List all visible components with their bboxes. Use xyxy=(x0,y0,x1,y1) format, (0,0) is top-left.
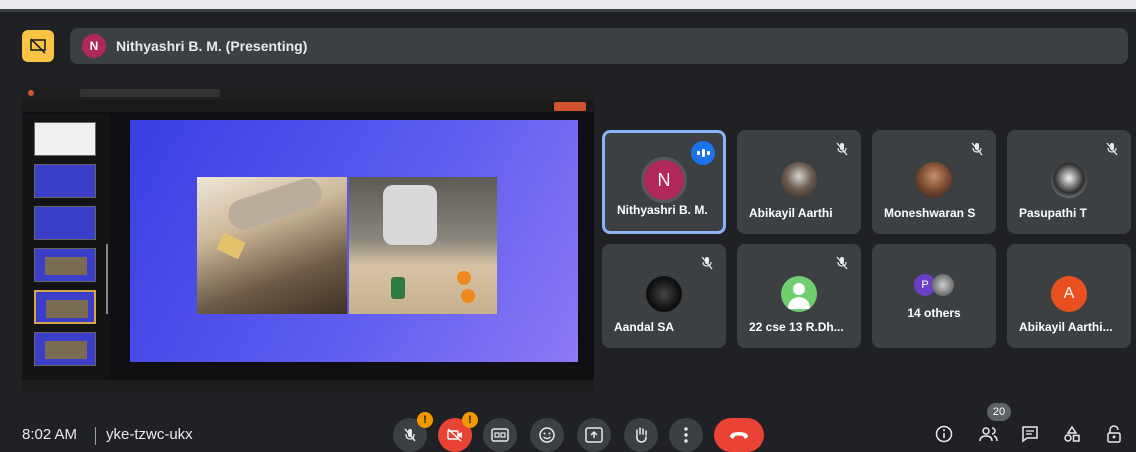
default-avatar-icon xyxy=(781,275,817,312)
activities-button[interactable] xyxy=(1060,422,1084,446)
end-call-icon xyxy=(730,432,748,439)
captions-button[interactable] xyxy=(483,418,517,452)
powerpoint-statusbar xyxy=(22,380,594,392)
slide-thumbnails xyxy=(22,114,110,380)
browser-top-edge xyxy=(0,0,1136,12)
people-button[interactable] xyxy=(976,422,1000,446)
mic-off-icon xyxy=(1106,142,1118,156)
avatar xyxy=(646,275,682,312)
powerpoint-titlebar xyxy=(22,86,594,100)
mic-button[interactable]: ! xyxy=(393,412,433,452)
participant-name: Moneshwaran S xyxy=(884,206,976,220)
speaking-indicator-icon xyxy=(691,141,715,165)
others-avatars: P xyxy=(914,274,954,296)
participant-name: Abikayil Aarthi xyxy=(749,206,833,220)
more-options-button[interactable] xyxy=(669,418,703,452)
others-count-label: 14 others xyxy=(907,306,961,320)
divider xyxy=(95,427,96,445)
clock-time: 8:02 AM xyxy=(22,426,78,443)
mic-warning-icon: ! xyxy=(417,412,433,428)
camera-off-icon xyxy=(447,428,462,442)
avatar xyxy=(1051,161,1087,198)
host-controls-button[interactable] xyxy=(1102,422,1126,446)
slide-thumbnail xyxy=(34,122,96,156)
end-call-button[interactable] xyxy=(714,418,764,452)
raise-hand-button[interactable] xyxy=(624,418,658,452)
avatar xyxy=(916,161,952,198)
presenter-avatar: N xyxy=(82,34,106,58)
present-icon[interactable] xyxy=(22,30,54,62)
shared-screen[interactable] xyxy=(22,86,594,392)
powerpoint-share-button xyxy=(554,102,586,111)
present-screen-icon xyxy=(585,427,603,443)
mic-off-icon xyxy=(701,256,713,270)
avatar: N xyxy=(641,157,687,204)
participant-tile[interactable]: Aandal SA xyxy=(602,244,726,348)
camera-button[interactable]: ! xyxy=(438,412,478,452)
info-icon xyxy=(935,425,953,443)
host-controls-icon xyxy=(1107,425,1121,443)
participant-name: Aandal SA xyxy=(614,320,675,334)
slide-notes xyxy=(110,366,594,378)
participant-count-badge: 20 xyxy=(987,403,1011,421)
slide-thumbnail xyxy=(34,164,96,198)
camera-warning-icon: ! xyxy=(462,412,478,428)
present-now-button[interactable] xyxy=(577,418,611,452)
participant-tile[interactable]: 22 cse 13 R.Dh... xyxy=(737,244,861,348)
slide-thumbnail xyxy=(34,206,96,240)
chat-icon xyxy=(1022,426,1038,443)
participant-tile[interactable]: Pasupathi T xyxy=(1007,130,1131,234)
avatar xyxy=(781,161,817,198)
chat-button[interactable] xyxy=(1018,422,1042,446)
others-tile[interactable]: P 14 others xyxy=(872,244,996,348)
raise-hand-icon xyxy=(636,427,647,443)
presenting-banner: N Nithyashri B. M. (Presenting) xyxy=(70,28,1128,64)
captions-icon xyxy=(491,428,509,442)
thumbnail-scrollbar xyxy=(106,244,108,314)
participant-tile[interactable]: A Abikayil Aarthi... xyxy=(1007,244,1131,348)
slide-photo-robot-arm xyxy=(197,174,347,314)
current-slide xyxy=(130,120,578,362)
presenter-label: Nithyashri B. M. (Presenting) xyxy=(116,38,308,54)
mic-off-icon xyxy=(836,256,848,270)
more-options-icon xyxy=(684,427,688,443)
avatar: A xyxy=(1051,275,1087,312)
participant-name: Nithyashri B. M. xyxy=(617,203,708,217)
emoji-icon xyxy=(539,427,555,443)
participant-name: Pasupathi T xyxy=(1019,206,1088,220)
participant-name: Abikayil Aarthi... xyxy=(1019,320,1113,334)
mic-off-icon xyxy=(836,142,848,156)
meeting-info-button[interactable] xyxy=(932,422,956,446)
mic-off-icon xyxy=(404,428,416,442)
slide-thumbnail xyxy=(34,248,96,282)
reactions-button[interactable] xyxy=(530,418,564,452)
slide-photo-robot-objects xyxy=(349,177,497,314)
participant-name: 22 cse 13 R.Dh... xyxy=(749,320,844,334)
activities-icon xyxy=(1064,425,1080,442)
meeting-code: yke-tzwc-ukx xyxy=(106,426,193,443)
powerpoint-ribbon xyxy=(22,100,594,112)
participant-tile[interactable]: Moneshwaran S xyxy=(872,130,996,234)
mic-off-icon xyxy=(971,142,983,156)
avatar xyxy=(932,274,954,296)
participant-tile[interactable]: N Nithyashri B. M. xyxy=(602,130,726,234)
slide-thumbnail xyxy=(34,332,96,366)
people-icon xyxy=(979,427,998,442)
participant-tile[interactable]: Abikayil Aarthi xyxy=(737,130,861,234)
slide-thumbnail-active xyxy=(34,290,96,324)
